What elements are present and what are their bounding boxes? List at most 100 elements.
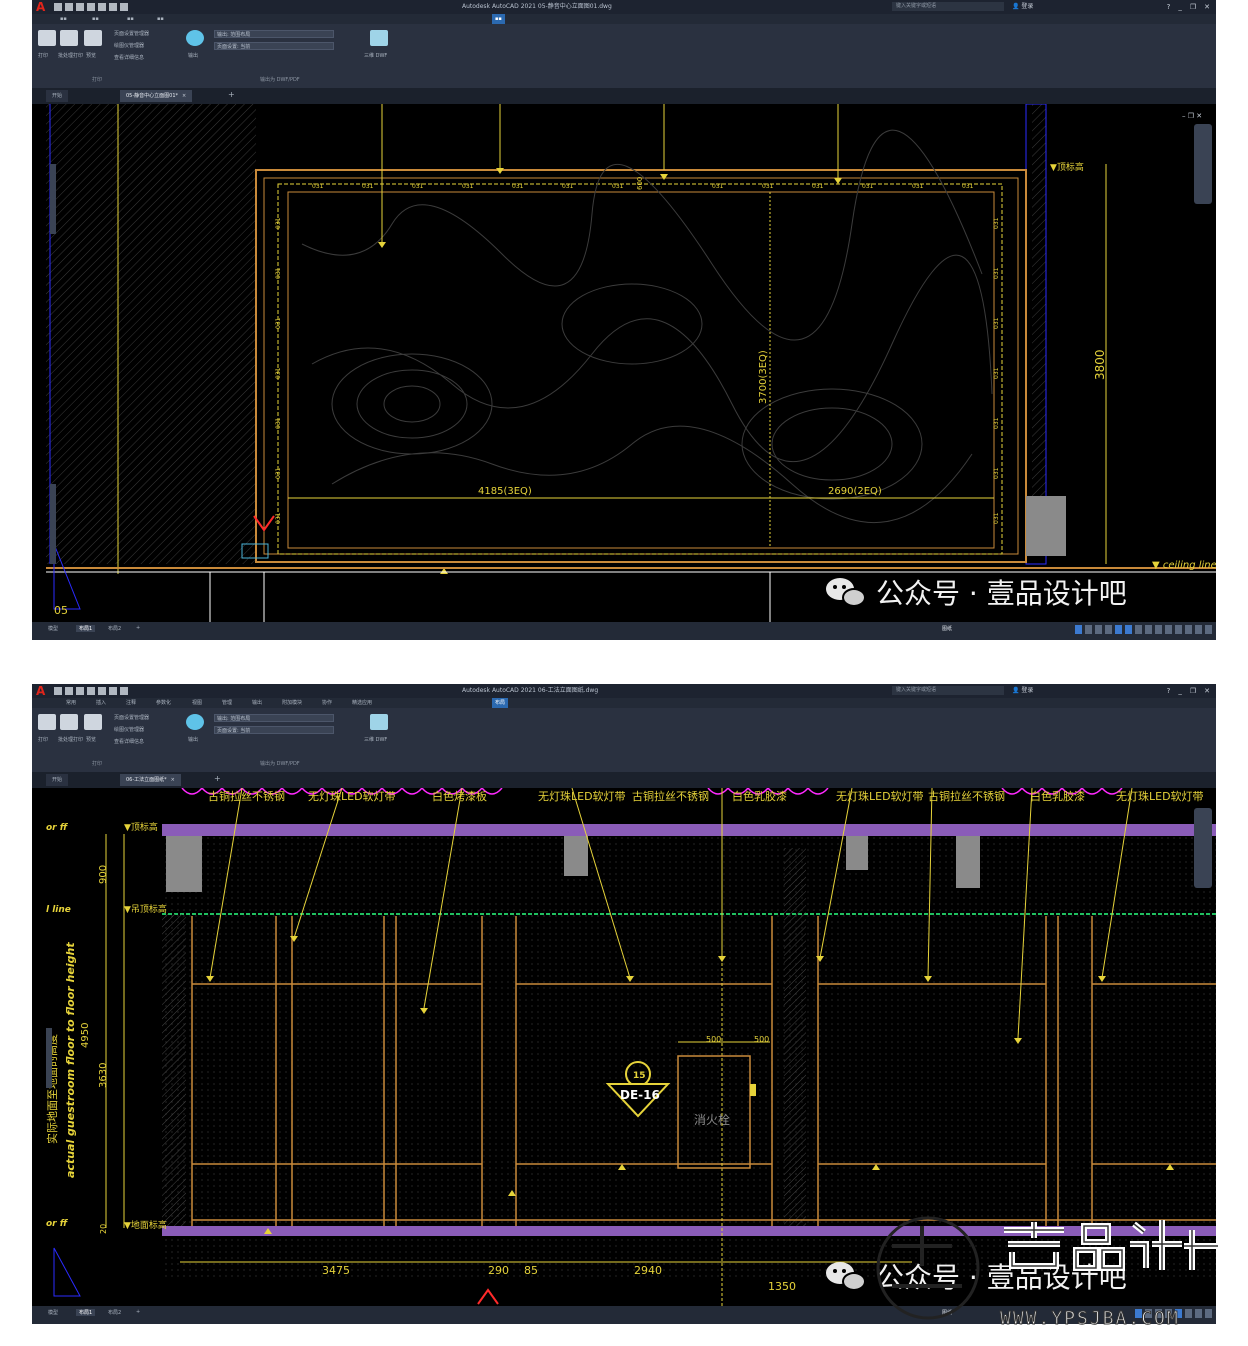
preview-button[interactable]: 预览 <box>86 52 96 59</box>
batch-plot-icon[interactable] <box>60 714 78 730</box>
ribbon-tab-insert[interactable]: 插入 <box>96 698 106 708</box>
export-button[interactable]: 输出 <box>188 736 198 743</box>
navigation-bar[interactable] <box>1194 808 1212 888</box>
open-icon[interactable] <box>65 3 73 11</box>
export-button[interactable]: 输出 <box>188 52 198 59</box>
new-icon[interactable] <box>54 3 62 11</box>
tab-current-drawing[interactable]: 05-静音中心立面图01* × <box>120 90 193 102</box>
plot-button[interactable]: 打印 <box>38 736 48 743</box>
new-tab-icon[interactable]: + <box>214 774 221 783</box>
minimize-icon[interactable]: _ <box>1178 0 1182 14</box>
isolate-icon[interactable] <box>1165 625 1172 634</box>
otrack-toggle-icon[interactable] <box>1125 625 1132 634</box>
export-icon[interactable] <box>186 30 204 46</box>
export-select[interactable]: 输出: 范围布局 <box>214 30 334 38</box>
ribbon-tab[interactable]: ▪▪ <box>157 14 164 24</box>
view-details-button[interactable]: 查看详细信息 <box>114 54 144 61</box>
ribbon-tab-annotate[interactable]: 注释 <box>126 698 136 708</box>
export-icon[interactable] <box>186 714 204 730</box>
polar-toggle-icon[interactable] <box>1105 625 1112 634</box>
ribbon-tab-home[interactable]: 常用 <box>66 698 76 708</box>
login-button[interactable]: 👤 登录 <box>1012 0 1033 14</box>
ribbon-tab[interactable]: ▪▪ <box>60 14 67 24</box>
search-input[interactable]: 键入关键字或短语 <box>892 2 1004 11</box>
ribbon-tab-layout[interactable]: 布局 <box>492 698 509 708</box>
ribbon-tab-featured[interactable]: 精选应用 <box>352 698 372 708</box>
annotation-scale-icon[interactable] <box>1145 625 1152 634</box>
redo-icon[interactable] <box>120 687 128 695</box>
menu-icon[interactable] <box>1205 625 1212 634</box>
ribbon-tab[interactable]: ▪▪ <box>92 14 99 24</box>
customize-icon[interactable] <box>1195 625 1202 634</box>
export-select[interactable]: 输出: 范围布局 <box>214 714 334 722</box>
new-tab-icon[interactable]: + <box>228 90 235 99</box>
model-space-label[interactable]: 图纸 <box>942 625 952 632</box>
ribbon-tab-active[interactable]: ▪▪ <box>492 14 505 24</box>
dwf-3d-icon[interactable] <box>370 714 388 730</box>
dwf-3d-button[interactable]: 三维 DWF <box>364 736 387 743</box>
autocad-logo-icon[interactable]: A <box>36 685 48 697</box>
preview-button[interactable]: 预览 <box>86 736 96 743</box>
page-setup-manager-button[interactable]: 页面设置管理器 <box>114 714 149 721</box>
page-setup-manager-button[interactable]: 页面设置管理器 <box>114 30 149 37</box>
tab-current-drawing[interactable]: 06-工法立面图纸* × <box>120 774 181 786</box>
preview-icon[interactable] <box>84 714 102 730</box>
batch-plot-button[interactable]: 批处理打印 <box>58 52 83 59</box>
add-layout-icon[interactable]: + <box>136 1309 140 1315</box>
tab-model[interactable]: 模型 <box>48 625 58 632</box>
save-icon[interactable] <box>76 687 84 695</box>
view-details-button[interactable]: 查看详细信息 <box>114 738 144 745</box>
hardware-accel-icon[interactable] <box>1175 625 1182 634</box>
tab-start[interactable]: 开始 <box>46 90 69 102</box>
dwf-3d-icon[interactable] <box>370 30 388 46</box>
ortho-toggle-icon[interactable] <box>1095 625 1102 634</box>
undo-icon[interactable] <box>109 3 117 11</box>
restore-icon[interactable]: ❐ <box>1190 0 1196 14</box>
login-button[interactable]: 👤 登录 <box>1012 684 1033 698</box>
new-icon[interactable] <box>54 687 62 695</box>
save-as-icon[interactable] <box>87 687 95 695</box>
open-icon[interactable] <box>65 687 73 695</box>
workspace-gear-icon[interactable] <box>1155 625 1162 634</box>
help-icon[interactable]: ? <box>1167 0 1171 14</box>
tab-layout1[interactable]: 布局1 <box>76 625 96 632</box>
save-icon[interactable] <box>76 3 84 11</box>
batch-plot-icon[interactable] <box>60 30 78 46</box>
tab-layout1[interactable]: 布局1 <box>76 1309 96 1316</box>
dwf-3d-button[interactable]: 三维 DWF <box>364 52 387 59</box>
plotter-manager-button[interactable]: 绘图仪管理器 <box>114 726 144 733</box>
clean-screen-icon[interactable] <box>1185 625 1192 634</box>
ribbon-tab-parametric[interactable]: 参数化 <box>156 698 171 708</box>
ribbon-tab-view[interactable]: 视图 <box>192 698 202 708</box>
tab-layout2[interactable]: 布局2 <box>108 1309 121 1316</box>
plotter-manager-button[interactable]: 绘图仪管理器 <box>114 42 144 49</box>
print-icon[interactable] <box>98 3 106 11</box>
ribbon-tab-collaborate[interactable]: 协作 <box>322 698 332 708</box>
add-layout-icon[interactable]: + <box>136 625 140 631</box>
ribbon-tab[interactable]: ▪▪ <box>127 14 134 24</box>
close-icon[interactable]: ✕ <box>1204 0 1210 14</box>
page-setup-select[interactable]: 页面设置: 当前 <box>214 42 334 50</box>
close-icon[interactable]: ✕ <box>1204 684 1210 698</box>
autocad-logo-icon[interactable]: A <box>36 1 48 13</box>
lineweight-toggle-icon[interactable] <box>1135 625 1142 634</box>
page-setup-select[interactable]: 页面设置: 当前 <box>214 726 334 734</box>
tab-layout2[interactable]: 布局2 <box>108 625 121 632</box>
drawing-canvas[interactable]: 031 031 031 031 031 031 031 031 031 031 031 031 031 … <box>32 104 1216 622</box>
undo-icon[interactable] <box>109 687 117 695</box>
plot-icon[interactable] <box>38 30 56 46</box>
grid-toggle-icon[interactable] <box>1075 625 1082 634</box>
navigation-bar[interactable] <box>1194 124 1212 204</box>
snap-toggle-icon[interactable] <box>1085 625 1092 634</box>
minimize-icon[interactable]: _ <box>1178 684 1182 698</box>
tab-start[interactable]: 开始 <box>46 774 69 786</box>
redo-icon[interactable] <box>120 3 128 11</box>
tab-model[interactable]: 模型 <box>48 1309 58 1316</box>
save-as-icon[interactable] <box>87 3 95 11</box>
ribbon-tab-addins[interactable]: 附加模块 <box>282 698 302 708</box>
ribbon-tab-manage[interactable]: 管理 <box>222 698 232 708</box>
plot-icon[interactable] <box>38 714 56 730</box>
preview-icon[interactable] <box>84 30 102 46</box>
search-input[interactable]: 键入关键字或短语 <box>892 686 1004 695</box>
restore-icon[interactable]: ❐ <box>1190 684 1196 698</box>
